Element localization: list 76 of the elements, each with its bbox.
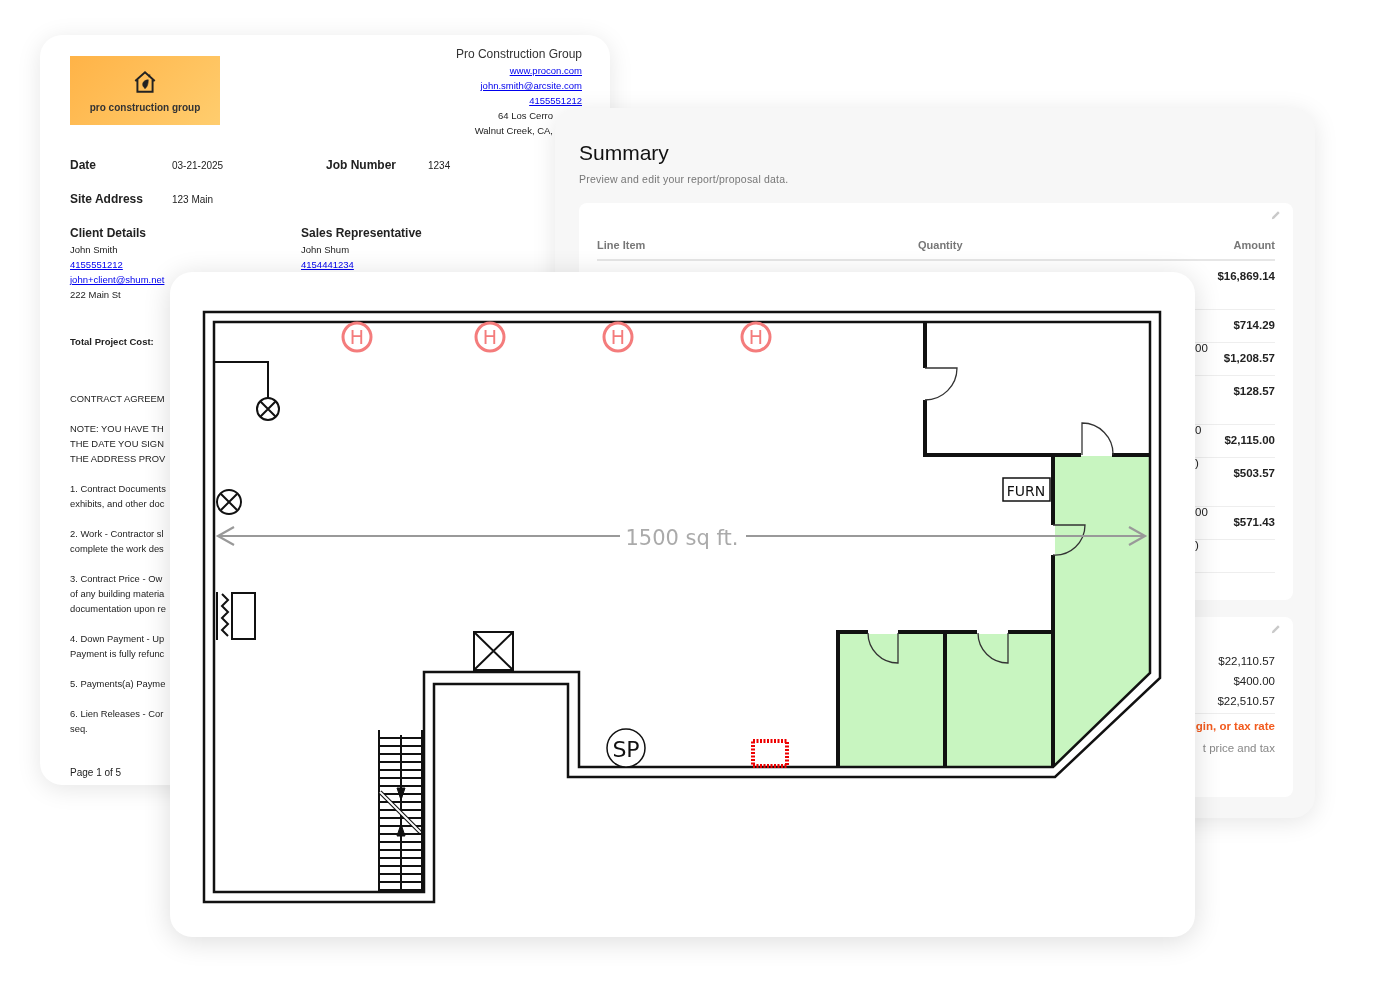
note-text: t price and tax bbox=[1202, 741, 1275, 755]
contact-link[interactable]: 4155551212 bbox=[70, 257, 123, 272]
furnace-label: FURN bbox=[1002, 477, 1051, 502]
contract-text: 4. Down Payment - Up bbox=[70, 632, 165, 646]
table-cell: 00 bbox=[1195, 342, 1208, 354]
field-label: Date bbox=[70, 158, 96, 172]
table-cell: $2,115.00 bbox=[1224, 434, 1275, 446]
table-cell: $1,208.57 bbox=[1223, 352, 1275, 364]
contact-link[interactable]: 4154441234 bbox=[301, 257, 354, 272]
box-with-cross-icon bbox=[473, 631, 514, 671]
table-cell: $571.43 bbox=[1233, 516, 1275, 528]
contact-link[interactable]: www.procon.com bbox=[509, 63, 582, 78]
contact-text: John Smith bbox=[70, 243, 118, 257]
heater-marker: H bbox=[474, 321, 506, 353]
contact-text: 222 Main St bbox=[70, 288, 121, 302]
contract-text: 5. Payments(a) Payme bbox=[70, 677, 166, 691]
field-value: 03-21-2025 bbox=[172, 159, 224, 171]
field-value: 123 Main bbox=[172, 193, 214, 205]
table-cell: $128.57 bbox=[1233, 385, 1275, 397]
contract-text: of any building materia bbox=[70, 587, 165, 601]
zigzag-rectangle-icon bbox=[751, 739, 789, 768]
table-cell: $16,869.14 bbox=[1217, 270, 1275, 282]
contract-text: THE ADDRESS PROV bbox=[70, 452, 166, 466]
table-cell: $503.57 bbox=[1233, 467, 1275, 479]
field-label: Job Number bbox=[326, 158, 396, 172]
contact-link[interactable]: john.smith@arcsite.com bbox=[480, 78, 582, 93]
contract-text: NOTE: YOU HAVE TH bbox=[70, 422, 164, 436]
field-value: 1234 bbox=[428, 159, 451, 171]
table-cell: ) bbox=[1195, 457, 1199, 469]
light-fixture-icon bbox=[216, 489, 242, 515]
table-cell: $714.29 bbox=[1233, 319, 1275, 331]
table-cell: ) bbox=[1195, 539, 1199, 551]
heater-marker: H bbox=[341, 321, 373, 353]
column-header: Quantity bbox=[918, 239, 963, 251]
page-number: Page 1 of 5 bbox=[70, 767, 122, 778]
heater-marker: H bbox=[602, 321, 634, 353]
pencil-icon bbox=[1271, 624, 1281, 634]
column-header: Amount bbox=[1233, 239, 1275, 251]
field-label: Site Address bbox=[70, 192, 143, 206]
total-amount: $400.00 bbox=[1233, 675, 1275, 687]
address-line: Walnut Creek, CA, bbox=[474, 124, 553, 138]
panel-subtitle: Preview and edit your report/proposal data. bbox=[579, 173, 789, 185]
total-label: Total Project Cost: bbox=[70, 336, 154, 347]
pencil-icon bbox=[1271, 210, 1281, 220]
company-name: Pro Construction Group bbox=[455, 47, 582, 62]
column-header: Line Item bbox=[597, 239, 646, 251]
contract-text: 6. Lien Releases - Cor bbox=[70, 707, 164, 721]
contract-text: THE DATE YOU SIGN bbox=[70, 437, 164, 451]
contract-text: exhibits, and other doc bbox=[70, 497, 165, 511]
house-leaf-icon bbox=[132, 68, 158, 95]
contact-text: John Shum bbox=[301, 243, 350, 257]
contract-text: documentation upon re bbox=[70, 602, 166, 616]
contract-text: seq. bbox=[70, 722, 88, 736]
contract-text: 1. Contract Documents bbox=[70, 482, 166, 496]
heater-marker: H bbox=[740, 321, 772, 353]
light-fixture-icon bbox=[214, 361, 280, 421]
radiator-icon bbox=[216, 591, 256, 641]
dimension-label: 1500 sq ft. bbox=[625, 526, 739, 550]
contact-link[interactable]: 4155551212 bbox=[529, 93, 582, 108]
panel-title: Summary bbox=[579, 141, 669, 165]
contact-link[interactable]: john+client@shum.net bbox=[70, 272, 165, 287]
total-amount: $22,510.57 bbox=[1217, 695, 1275, 707]
contract-text: complete the work des bbox=[70, 542, 164, 556]
logo-text: pro construction group bbox=[89, 101, 201, 113]
contract-text: 3. Contract Price - Ow bbox=[70, 572, 163, 586]
total-amount: $22,110.57 bbox=[1218, 655, 1275, 667]
table-cell: 00 bbox=[1195, 506, 1208, 518]
contract-text: CONTRACT AGREEM bbox=[70, 392, 165, 406]
contract-text: Payment is fully refunc bbox=[70, 647, 165, 661]
address-line: 64 Los Cerro bbox=[498, 109, 553, 123]
section-heading: Client Details bbox=[70, 226, 147, 241]
contract-text: 2. Work - Contractor sl bbox=[70, 527, 164, 541]
section-heading: Sales Representative bbox=[301, 226, 422, 241]
warning-text: gin, or tax rate bbox=[1195, 719, 1275, 733]
table-cell: 0 bbox=[1195, 424, 1202, 436]
sp-marker: SP bbox=[606, 728, 646, 768]
